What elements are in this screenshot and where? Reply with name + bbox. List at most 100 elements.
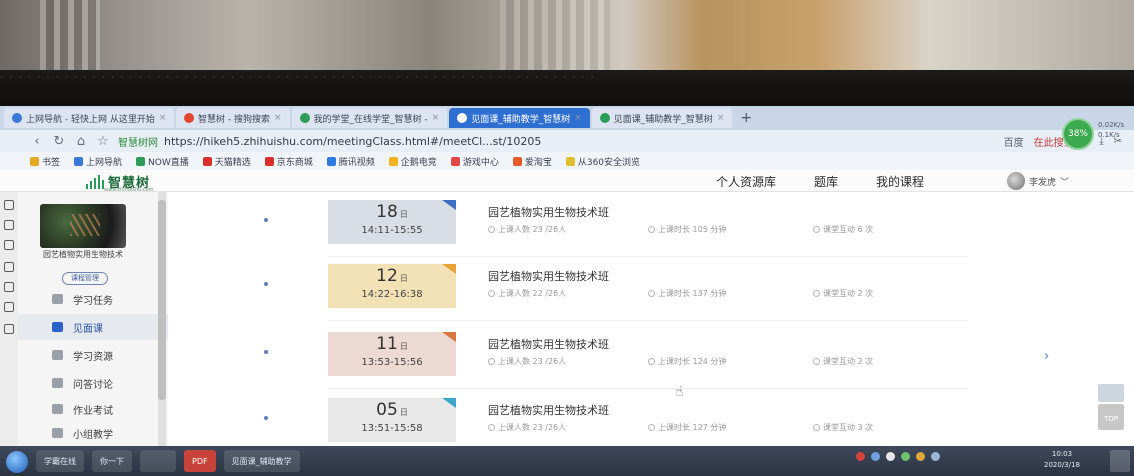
close-icon[interactable]: × [717, 113, 725, 123]
session-stat-attend: 上课人数 22 /26人 [488, 288, 648, 299]
taskbar-item[interactable]: 学霸在线 [36, 450, 84, 472]
bookmark-label: 游戏中心 [462, 157, 499, 168]
refresh-icon[interactable]: ↻ [52, 134, 66, 149]
session-title[interactable]: 园艺植物实用生物技术班 [488, 402, 609, 418]
sidebar-item-label: 学习任务 [73, 295, 113, 307]
qr-code-button[interactable] [1098, 384, 1124, 402]
bookmark-item[interactable]: 从360安全浏览 [565, 155, 640, 168]
os-side-strip [0, 170, 18, 446]
volume-icon[interactable] [931, 452, 940, 461]
show-desktop-button[interactable] [1110, 450, 1130, 472]
close-icon[interactable]: × [432, 113, 440, 123]
desktop-icon[interactable] [4, 220, 14, 230]
session-day-number: 12 [376, 266, 398, 286]
tray-icon[interactable] [901, 452, 910, 461]
bookmark-item[interactable]: 上网导航 [74, 155, 122, 168]
back-to-top-button[interactable]: TOP [1098, 404, 1124, 430]
bookmark-icon [388, 156, 398, 166]
star-icon[interactable]: ☆ [96, 134, 110, 149]
nav-resource-library[interactable]: 个人资源库 [716, 173, 776, 190]
session-date-card[interactable]: 18 日 14:11-15:55 [328, 200, 456, 244]
tray-icon[interactable] [916, 452, 925, 461]
sidebar-item[interactable]: 作业考试 [18, 396, 168, 422]
bookmark-icon [326, 156, 336, 166]
session-title[interactable]: 园艺植物实用生物技术班 [488, 268, 609, 284]
tab-label: 智慧树 - 搜狗搜索 [198, 114, 270, 125]
bookmark-item[interactable]: 京东商城 [264, 155, 313, 168]
desktop-icon[interactable] [4, 324, 14, 334]
site-header: 智慧树 www.zhihuishu.com 个人资源库 题库 我的课程 李发虎 … [0, 170, 1134, 193]
bookmark-item[interactable]: 企鹅电竞 [388, 155, 437, 168]
taskbar-item[interactable]: PDF [184, 450, 216, 472]
sidebar-scroll-thumb[interactable] [158, 200, 166, 400]
bookmark-item[interactable]: NOW直播 [136, 155, 189, 168]
bookmark-icon [136, 156, 146, 166]
course-thumbnail[interactable] [40, 204, 126, 248]
battery-badge[interactable]: 38% [1062, 118, 1094, 150]
session-day: 11 日 [328, 334, 456, 354]
close-icon[interactable]: × [159, 113, 167, 123]
tray-icon[interactable] [856, 452, 865, 461]
course-name: 园艺植物实用生物技术 [43, 250, 123, 259]
nav-question-bank[interactable]: 题库 [814, 173, 838, 190]
taskbar-item[interactable]: 你一下 [92, 450, 132, 472]
taskbar-item[interactable] [140, 450, 176, 472]
sidebar-item[interactable]: 学习资源 [18, 342, 168, 368]
session-title[interactable]: 园艺植物实用生物技术班 [488, 204, 609, 220]
start-button[interactable] [6, 451, 28, 473]
search-engine[interactable]: 百度 [1004, 134, 1024, 149]
bookmark-item[interactable]: 腾讯视频 [326, 155, 375, 168]
taskbar-item-label: 学霸在线 [44, 456, 76, 466]
stat-text: 课堂互动 2 次 [823, 357, 874, 366]
sidebar-item[interactable]: 见面课 [18, 314, 168, 340]
sidebar-item[interactable]: 问答讨论 [18, 370, 168, 396]
tray-icon[interactable] [871, 452, 880, 461]
bookmark-item[interactable]: 天猫精选 [202, 155, 251, 168]
session-stat-duration: 上课时长 124 分钟 [648, 356, 813, 367]
course-manage-button[interactable]: 课程管理 [62, 272, 108, 285]
tab-label: 上网导航 - 轻快上网 从这里开始 [26, 114, 155, 125]
nav-my-courses[interactable]: 我的课程 [876, 173, 924, 190]
desktop-icon[interactable] [4, 302, 14, 312]
browser-tab[interactable]: 我的学堂_在线学堂_智慧树 - × [291, 108, 448, 128]
home-icon[interactable]: ⌂ [74, 134, 88, 149]
bookmark-item[interactable]: 游戏中心 [450, 155, 499, 168]
bookmark-icon [202, 156, 212, 166]
browser-tab[interactable]: 见面课_辅助教学_智慧树 × [591, 108, 733, 128]
stat-icon [488, 358, 495, 365]
taskbar-item[interactable]: 见面课_辅助教学 [223, 450, 300, 472]
taskbar-item-label: 见面课_辅助教学 [231, 456, 292, 466]
bookmarks-bar: 书签 上网导航 NOW直播 天猫精选 京东商城 腾讯视频 企鹅电竞 游戏中心 爱淘宝 从360安全… [0, 152, 1134, 170]
session-date-card[interactable]: 11 日 13:53-15:56 [328, 332, 456, 376]
close-icon[interactable]: × [574, 113, 582, 123]
bookmark-item[interactable]: 爱淘宝 [512, 155, 552, 168]
new-tab-button[interactable]: + [734, 110, 758, 126]
desktop-icon[interactable] [4, 262, 14, 272]
sidebar-item[interactable]: 学习任务 [18, 286, 168, 312]
browser-tab[interactable]: 上网导航 - 轻快上网 从这里开始 × [4, 108, 174, 128]
bookmark-icon [565, 156, 575, 166]
chevron-right-icon[interactable]: › [1044, 349, 1049, 364]
session-date-card[interactable]: 05 日 13:51-15:58 [328, 398, 456, 442]
clock[interactable]: 10:03 2020/3/18 [1044, 449, 1080, 471]
desktop-icon[interactable] [4, 240, 14, 250]
row-separator [328, 388, 968, 389]
back-icon[interactable]: ‹ [30, 134, 44, 149]
sidebar-item[interactable]: 小组教学 [18, 420, 168, 446]
tray-icon[interactable] [886, 452, 895, 461]
browser-tab[interactable]: 智慧树 - 搜狗搜索 × [176, 108, 290, 128]
browser-tab[interactable]: 见面课_辅助教学_智慧树 × [449, 108, 590, 128]
desktop-icon[interactable] [4, 200, 14, 210]
close-icon[interactable]: × [274, 113, 282, 123]
bookmark-item[interactable]: 书签 [30, 155, 60, 168]
tab-label: 见面课_辅助教学_智慧树 [471, 114, 571, 125]
desktop-icon[interactable] [4, 282, 14, 292]
user-menu[interactable]: 李发虎 ﹀ [1007, 172, 1069, 190]
url-field[interactable]: 智慧树网 https://hikeh5.zhihuishu.com/meetin… [118, 134, 541, 149]
corner-flag-icon [442, 398, 456, 408]
tab-favicon-icon [599, 113, 610, 123]
stat-icon [813, 358, 820, 365]
session-title[interactable]: 园艺植物实用生物技术班 [488, 336, 609, 352]
sidebar-item-icon [52, 404, 63, 414]
session-date-card[interactable]: 12 日 14:22-16:38 [328, 264, 456, 308]
